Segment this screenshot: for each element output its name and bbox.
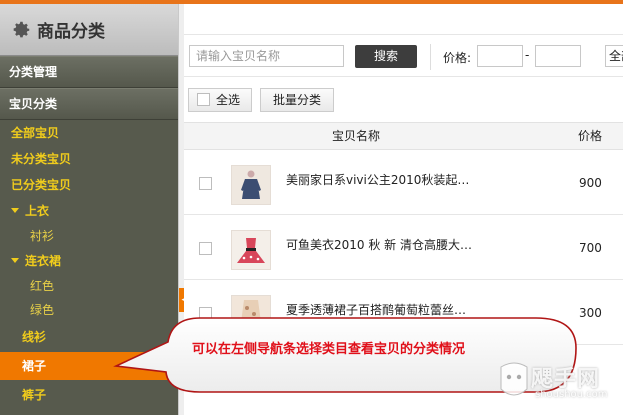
expand-arrow-icon — [11, 208, 19, 213]
search-input[interactable]: 请输入宝贝名称 — [189, 45, 344, 67]
sidebar-header: 商品分类 — [0, 4, 178, 56]
product-thumbnail — [231, 165, 271, 205]
product-price: 300 — [579, 306, 602, 320]
sidebar-item-classified[interactable]: 已分类宝贝 — [0, 172, 178, 198]
product-price: 900 — [579, 176, 602, 190]
table-row[interactable]: 可鱼美衣2010 秋 新 清仓高腰大… 700 — [184, 215, 623, 280]
sidebar-item-pants[interactable]: 裤子 — [0, 380, 178, 410]
sidebar-item-red[interactable]: 红色 — [0, 274, 178, 298]
price-max-input[interactable] — [535, 45, 581, 67]
search-toolbar: 请输入宝贝名称 搜索 价格: - 全部 — [184, 40, 623, 77]
sidebar-item-knitwear[interactable]: 线衫 — [0, 322, 178, 352]
table-row[interactable]: 夏季透薄裙子百搭鸸葡萄粒蕾丝… 300 — [184, 280, 623, 345]
column-name-header: 宝贝名称 — [332, 129, 381, 143]
watermark-logo-icon — [500, 362, 528, 396]
search-button[interactable]: 搜索 — [355, 45, 417, 68]
product-price: 700 — [579, 241, 602, 255]
product-name[interactable]: 夏季透薄裙子百搭鸸葡萄粒蕾丝… — [286, 301, 466, 318]
sidebar-item-all[interactable]: 全部宝贝 — [0, 120, 178, 146]
price-min-input[interactable] — [477, 45, 523, 67]
sidebar-item-dresses[interactable]: 连衣裙 — [0, 248, 178, 274]
section-category-manage[interactable]: 分类管理 — [0, 56, 178, 88]
sidebar-title: 商品分类 — [37, 22, 105, 42]
expand-arrow-icon — [11, 258, 19, 263]
product-thumbnail — [231, 295, 271, 335]
row-checkbox[interactable] — [199, 177, 212, 190]
main-header — [184, 4, 623, 35]
dress-image-icon — [232, 296, 270, 334]
row-checkbox[interactable] — [199, 242, 212, 255]
action-bar: 全选 批量分类 — [184, 84, 623, 122]
sidebar-item-unclassified[interactable]: 未分类宝贝 — [0, 146, 178, 172]
column-price-header: 价格 — [578, 129, 603, 143]
watermark: 飔手网 shoushou.com — [497, 359, 617, 407]
sidebar-item-label: 连衣裙 — [25, 254, 62, 268]
price-label: 价格: — [443, 51, 472, 65]
product-thumbnail — [231, 230, 271, 270]
table-header: 宝贝名称 价格 — [184, 122, 623, 150]
table-row[interactable]: 美丽家日系vivi公主2010秋装起… 900 — [184, 150, 623, 215]
callout-text: 可以在左侧导航条选择类目查看宝贝的分类情况 — [192, 342, 466, 357]
toolbar-divider — [430, 44, 431, 70]
category-sidebar: 商品分类 分类管理 宝贝分类 全部宝贝 未分类宝贝 已分类宝贝 上衣 衬衫 连衣… — [0, 4, 178, 415]
sidebar-item-tops[interactable]: 上衣 — [0, 198, 178, 224]
watermark-url: shoushou.com — [535, 389, 608, 400]
section-item-categories[interactable]: 宝贝分类 — [0, 88, 178, 120]
dress-image-icon — [232, 166, 270, 204]
sidebar-item-shirts[interactable]: 衬衫 — [0, 224, 178, 248]
sidebar-item-green[interactable]: 绿色 — [0, 298, 178, 322]
gear-icon — [13, 21, 30, 37]
select-all-button[interactable]: 全选 — [188, 88, 252, 112]
dress-image-icon — [232, 231, 270, 269]
sidebar-item-label: 上衣 — [25, 204, 50, 218]
select-all-checkbox[interactable] — [197, 93, 210, 106]
batch-classify-button[interactable]: 批量分类 — [260, 88, 334, 112]
row-checkbox[interactable] — [199, 307, 212, 320]
product-name[interactable]: 美丽家日系vivi公主2010秋装起… — [286, 171, 469, 188]
select-all-label: 全选 — [216, 93, 241, 107]
product-name[interactable]: 可鱼美衣2010 秋 新 清仓高腰大… — [286, 236, 472, 253]
range-select[interactable]: 全部 — [605, 45, 623, 67]
price-separator: - — [525, 48, 530, 62]
sidebar-item-skirts[interactable]: 裙子 — [0, 352, 178, 380]
